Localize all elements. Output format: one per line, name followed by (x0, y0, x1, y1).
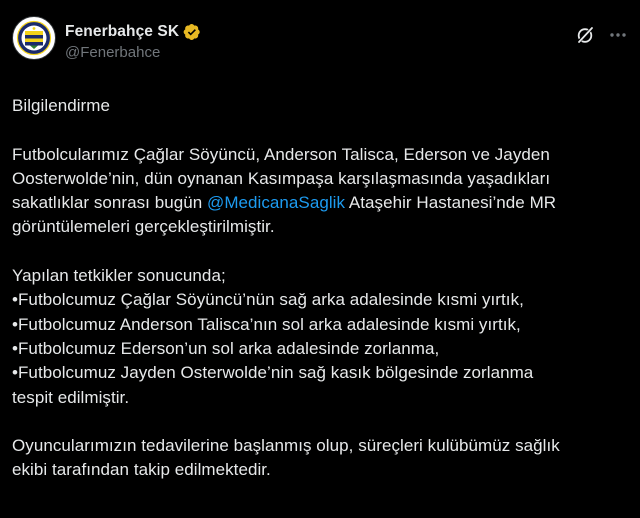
display-name-row: Fenerbahçe SK (65, 22, 201, 42)
paragraph-1-line-2: Oosterwolde’nin, dün oynanan Kasımpaşa k… (12, 168, 551, 188)
line-3-prefix: sakatlıklar sonrası bugün (12, 193, 208, 213)
finding-item: •Futbolcumuz Anderson Talisca’nın sol ar… (12, 314, 521, 334)
paragraph-1-line-3: sakatlıklar sonrası bugün @MedicanaSagli… (12, 191, 628, 215)
tweet-header: Fenerbahçe SK @Fenerbahce (12, 16, 628, 72)
tweet-text: Bilgilendirme Futbolcularımız Çağlar Söy… (12, 94, 628, 483)
tweet-card: Fenerbahçe SK @Fenerbahce Bilgilendirme … (0, 0, 640, 518)
paragraph-3-line-2: ekibi tarafından takip edilmektedir. (12, 460, 271, 480)
finding-item: •Futbolcumuz Ederson’un sol arka adalesi… (12, 338, 440, 358)
heading-text: Bilgilendirme (12, 96, 110, 115)
paragraph-3: Oyuncularımızın tedavilerine başlanmış o… (12, 434, 628, 483)
more-icon (610, 33, 626, 37)
account-names: Fenerbahçe SK @Fenerbahce (65, 22, 201, 61)
finding-item: •Futbolcumuz Çağlar Söyüncü’nün sağ arka… (12, 290, 524, 310)
paragraph-3-line-1: Oyuncularımızın tedavilerine başlanmış o… (12, 436, 560, 456)
findings-intro: Yapılan tetkikler sonucunda; (12, 266, 226, 286)
more-options-button[interactable] (606, 24, 630, 46)
paragraph-1: Futbolcularımız Çağlar Söyüncü, Anderson… (12, 143, 628, 240)
mention-link[interactable]: @MedicanaSaglik (207, 193, 345, 212)
fenerbahce-crest-icon (16, 20, 52, 56)
paragraph-1-line-4: görüntülemeleri gerçekleştirilmiştir. (12, 217, 275, 237)
finding-item: •Futbolcumuz Jayden Osterwolde’nin sağ k… (12, 363, 534, 383)
paragraph-1-line-1: Futbolcularımız Çağlar Söyüncü, Anderson… (12, 144, 550, 164)
grok-icon (577, 27, 593, 43)
avatar[interactable] (12, 16, 56, 60)
findings-closing: tespit edilmiştir. (12, 387, 130, 407)
paragraph-2: Yapılan tetkikler sonucunda; •Futbolcumu… (12, 264, 628, 410)
verified-badge-icon (183, 23, 201, 41)
grok-button[interactable] (574, 24, 596, 46)
tweet-heading: Bilgilendirme (12, 94, 628, 118)
handle[interactable]: @Fenerbahce (65, 44, 201, 61)
display-name[interactable]: Fenerbahçe SK (65, 23, 179, 41)
line-3-suffix: Ataşehir Hastanesi’nde MR (345, 193, 557, 213)
